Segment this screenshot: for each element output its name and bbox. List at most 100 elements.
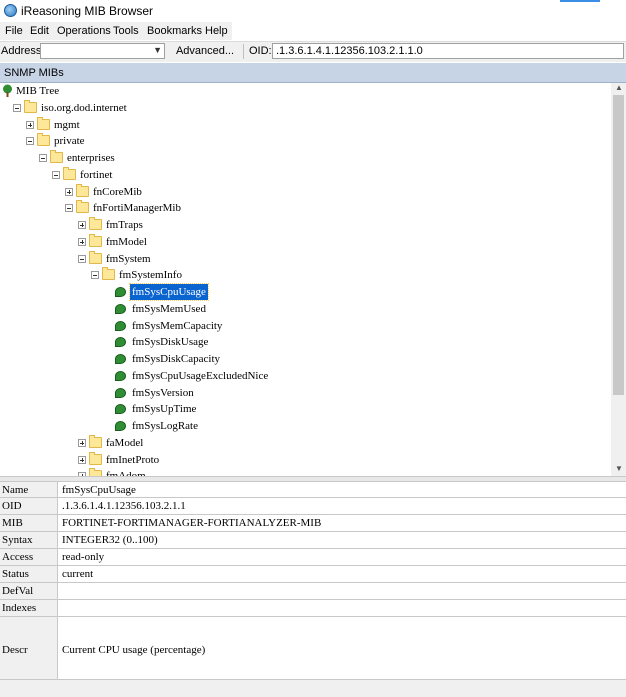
leaf-icon <box>115 320 126 331</box>
tree-node[interactable]: fmSysUpTime <box>0 401 600 417</box>
tree-node[interactable]: fmSysVersion <box>0 385 600 401</box>
leaf-icon <box>115 354 126 364</box>
scroll-thumb[interactable] <box>613 95 624 395</box>
tree-node-label: fmSysCpuUsage <box>129 283 209 301</box>
tree-node[interactable]: iso.org.dod.internet <box>0 99 600 116</box>
menu-bookmarks[interactable]: Bookmarks <box>147 25 202 37</box>
snmp-mibs-header: SNMP MIBs <box>0 63 626 83</box>
property-row: Name fmSysCpuUsage <box>0 482 626 498</box>
address-label: Address: <box>1 45 45 57</box>
property-value: read-only <box>62 551 105 563</box>
tree-node[interactable]: enterprises <box>0 150 600 166</box>
collapse-icon[interactable] <box>13 103 21 112</box>
tree-node[interactable]: fnCoreMib <box>0 183 600 200</box>
tree-node[interactable]: fortinet <box>0 166 600 183</box>
tree-node-label: MIB Tree <box>16 85 60 97</box>
property-value: FORTINET-FORTIMANAGER-FORTIANALYZER-MIB <box>62 517 322 529</box>
leaf-icon <box>115 287 126 297</box>
property-key: Name <box>0 482 58 497</box>
tree-node-label: faModel <box>106 436 144 449</box>
collapse-icon[interactable] <box>65 204 73 213</box>
tree-node[interactable]: fmModel <box>0 233 600 250</box>
tree-node[interactable]: fmSysCpuUsageExcludedNice <box>0 368 600 384</box>
tree-node[interactable]: fnFortiManagerMib <box>0 200 600 216</box>
tree-node[interactable]: private <box>0 133 600 149</box>
property-key: Status <box>0 566 58 582</box>
property-value: INTEGER32 (0..100) <box>62 534 158 546</box>
chevron-down-icon[interactable]: ▼ <box>153 45 162 55</box>
tree-node[interactable]: fmSysDiskUsage <box>0 334 600 350</box>
tree-node-label: fmSysVersion <box>132 386 194 399</box>
menu-tools[interactable]: Tools <box>113 25 139 37</box>
property-row: OID .1.3.6.1.4.1.12356.103.2.1.1 <box>0 498 626 515</box>
menu-operations[interactable]: Operations <box>57 25 111 37</box>
folder-icon <box>37 116 50 130</box>
tree-icon <box>1 84 14 97</box>
tree-node-label: iso.org.dod.internet <box>41 101 127 114</box>
collapse-icon[interactable] <box>78 254 86 263</box>
tree-node[interactable]: fmInetProto <box>0 451 600 468</box>
leaf-icon <box>115 370 126 381</box>
leaf-icon <box>115 421 126 431</box>
menu-file[interactable]: File <box>5 25 23 37</box>
menu-help[interactable]: Help <box>205 25 228 37</box>
property-key: Access <box>0 549 58 565</box>
tree-node[interactable]: fmTraps <box>0 217 600 233</box>
tree-node[interactable]: fmSystem <box>0 250 600 267</box>
leaf-icon <box>115 404 126 415</box>
tree-node[interactable]: MIB Tree <box>0 83 600 99</box>
toolbar-separator <box>243 44 244 59</box>
leaf-icon <box>115 303 126 314</box>
tree-scrollbar[interactable]: ▲ ▼ <box>611 83 626 476</box>
leaf-icon <box>115 337 126 348</box>
expand-icon[interactable] <box>78 221 86 229</box>
expand-icon[interactable] <box>78 455 86 464</box>
mib-tree: MIB Tree iso.org.dod.internet mgmt private e… <box>0 83 611 476</box>
folder-icon <box>76 183 89 197</box>
scroll-up-icon[interactable]: ▲ <box>615 83 623 92</box>
collapse-icon[interactable] <box>91 271 99 280</box>
tree-node[interactable]: fmAdom <box>0 468 600 476</box>
tree-node-label: fmSysUpTime <box>132 403 197 416</box>
property-value <box>58 583 626 599</box>
folder-icon <box>89 434 102 448</box>
expand-icon[interactable] <box>78 438 86 447</box>
property-value: .1.3.6.1.4.1.12356.103.2.1.1 <box>62 500 186 512</box>
expand-icon[interactable] <box>65 187 73 196</box>
property-row: Descr Current CPU usage (percentage) <box>0 617 626 683</box>
menu-edit[interactable]: Edit <box>30 25 49 37</box>
title-bar: iReasoning MIB Browser <box>0 0 626 22</box>
oid-input[interactable]: .1.3.6.1.4.1.12356.103.2.1.1.0 <box>272 43 624 59</box>
folder-icon <box>24 99 37 113</box>
tree-node-label: fmSysMemUsed <box>132 302 206 315</box>
address-combo[interactable]: ▼ <box>40 43 165 59</box>
collapse-icon[interactable] <box>26 137 34 146</box>
tree-node[interactable]: fmSysMemCapacity <box>0 318 600 334</box>
advanced-button[interactable]: Advanced... <box>172 43 238 59</box>
expand-icon[interactable] <box>78 237 86 246</box>
window-title: iReasoning MIB Browser <box>21 4 154 18</box>
tree-node[interactable]: fmSysLogRate <box>0 418 600 434</box>
tree-node[interactable]: faModel <box>0 434 600 451</box>
collapse-icon[interactable] <box>39 154 47 162</box>
property-row: MIB FORTINET-FORTIMANAGER-FORTIANALYZER-M… <box>0 515 626 532</box>
folder-icon <box>89 250 102 264</box>
folder-icon <box>89 233 102 247</box>
tree-node[interactable]: fmSysCpuUsage <box>0 283 600 301</box>
property-row: Syntax INTEGER32 (0..100) <box>0 532 626 549</box>
tree-node[interactable]: mgmt <box>0 116 600 133</box>
tree-node[interactable]: fmSysMemUsed <box>0 301 600 317</box>
expand-icon[interactable] <box>26 120 34 129</box>
tree-node-label: fmTraps <box>106 219 143 231</box>
status-bar <box>0 679 626 697</box>
tree-node-label: fmSysDiskCapacity <box>132 353 220 365</box>
collapse-icon[interactable] <box>52 170 60 179</box>
property-value: fmSysCpuUsage <box>62 484 136 496</box>
tree-node[interactable]: fmSysDiskCapacity <box>0 351 600 367</box>
scroll-down-icon[interactable]: ▼ <box>615 464 623 473</box>
tree-node-label: fnCoreMib <box>93 185 142 198</box>
property-row: Status current <box>0 566 626 583</box>
tree-node-label: fmSysLogRate <box>132 420 198 432</box>
tree-node[interactable]: fmSystemInfo <box>0 267 600 283</box>
property-value: current <box>62 568 94 580</box>
